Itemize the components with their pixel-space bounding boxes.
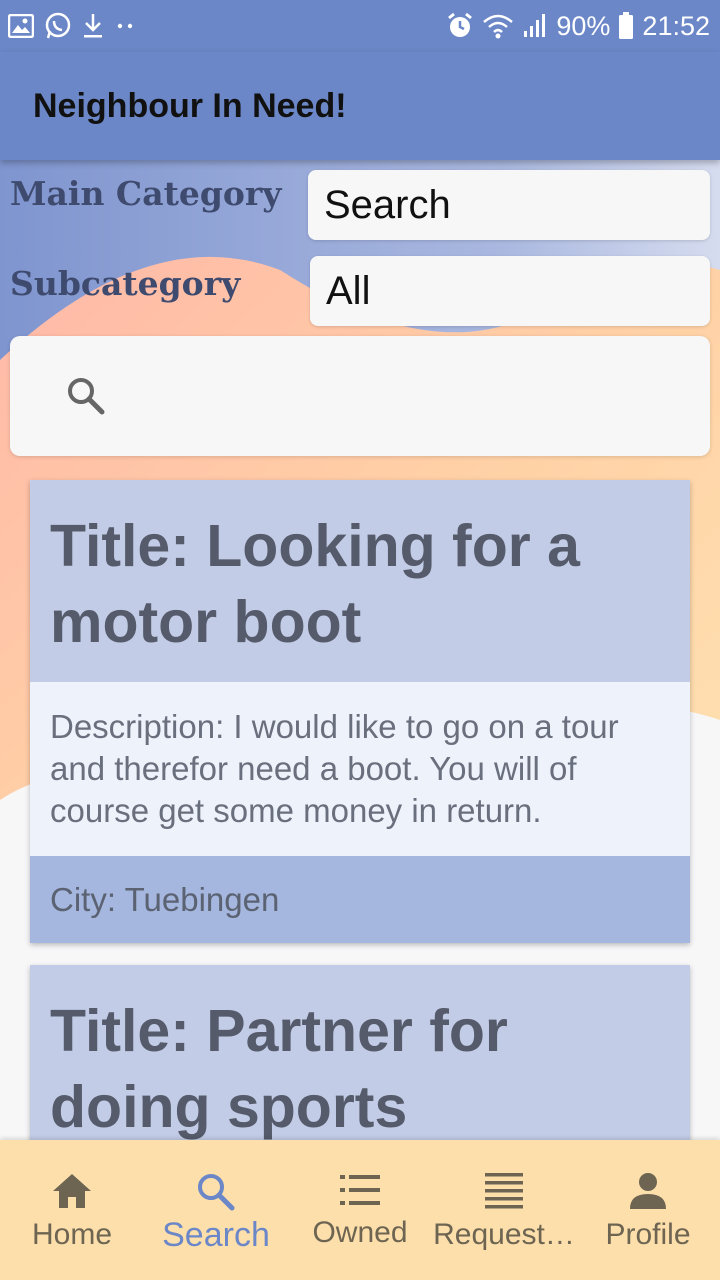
person-icon xyxy=(630,1172,666,1210)
status-bar: 90% 21:52 xyxy=(0,0,720,52)
main-category-dropdown[interactable]: Search xyxy=(308,170,710,240)
nav-owned[interactable]: Owned xyxy=(288,1140,432,1280)
bottom-navigation: Home Search Owned Request… Profile xyxy=(0,1140,720,1280)
main-category-value: Search xyxy=(324,182,451,227)
home-icon xyxy=(51,1172,93,1210)
nav-home[interactable]: Home xyxy=(0,1140,144,1280)
subcategory-value: All xyxy=(326,268,371,313)
gallery-icon xyxy=(8,14,34,38)
nav-owned-label: Owned xyxy=(312,1216,408,1249)
battery-percent: 90% xyxy=(556,10,611,41)
wifi-icon xyxy=(482,13,514,39)
alarm-icon xyxy=(446,12,474,40)
whatsapp-icon xyxy=(44,12,72,40)
subcategory-label: Subcategory xyxy=(10,264,241,303)
card-description: Description: I would like to go on a tou… xyxy=(30,682,690,856)
nav-search-label: Search xyxy=(162,1216,270,1254)
status-bar-right: 90% 21:52 xyxy=(446,11,710,42)
nav-search[interactable]: Search xyxy=(144,1140,288,1280)
nav-profile-label: Profile xyxy=(605,1218,691,1251)
card-title: Title: Looking for a motor boot xyxy=(50,513,580,655)
main-category-label: Main Category xyxy=(10,174,282,213)
search-input[interactable] xyxy=(126,377,686,415)
download-icon xyxy=(82,12,104,40)
more-dots-icon xyxy=(114,21,138,31)
nav-requests[interactable]: Request… xyxy=(432,1140,576,1280)
request-card[interactable]: Title: Looking for a motor boot Descript… xyxy=(30,480,690,943)
nav-home-label: Home xyxy=(31,1218,113,1251)
card-title: Title: Partner for doing sports xyxy=(50,998,508,1140)
list-icon xyxy=(340,1172,380,1208)
search-bar[interactable] xyxy=(10,336,710,456)
requests-icon xyxy=(485,1172,523,1210)
card-city: City: Tuebingen xyxy=(30,856,690,943)
search-icon xyxy=(66,376,106,416)
battery-icon xyxy=(618,12,634,40)
nav-profile[interactable]: Profile xyxy=(576,1140,720,1280)
app-title: Neighbour In Need! xyxy=(33,86,347,125)
search-icon xyxy=(196,1172,236,1212)
app-bar: Neighbour In Need! xyxy=(0,52,720,160)
nav-requests-label: Request… xyxy=(433,1218,575,1251)
status-bar-left xyxy=(8,12,138,40)
clock: 21:52 xyxy=(642,10,710,41)
signal-icon xyxy=(522,13,548,39)
subcategory-dropdown[interactable]: All xyxy=(310,256,710,326)
request-card[interactable]: Title: Partner for doing sports xyxy=(30,965,690,1155)
